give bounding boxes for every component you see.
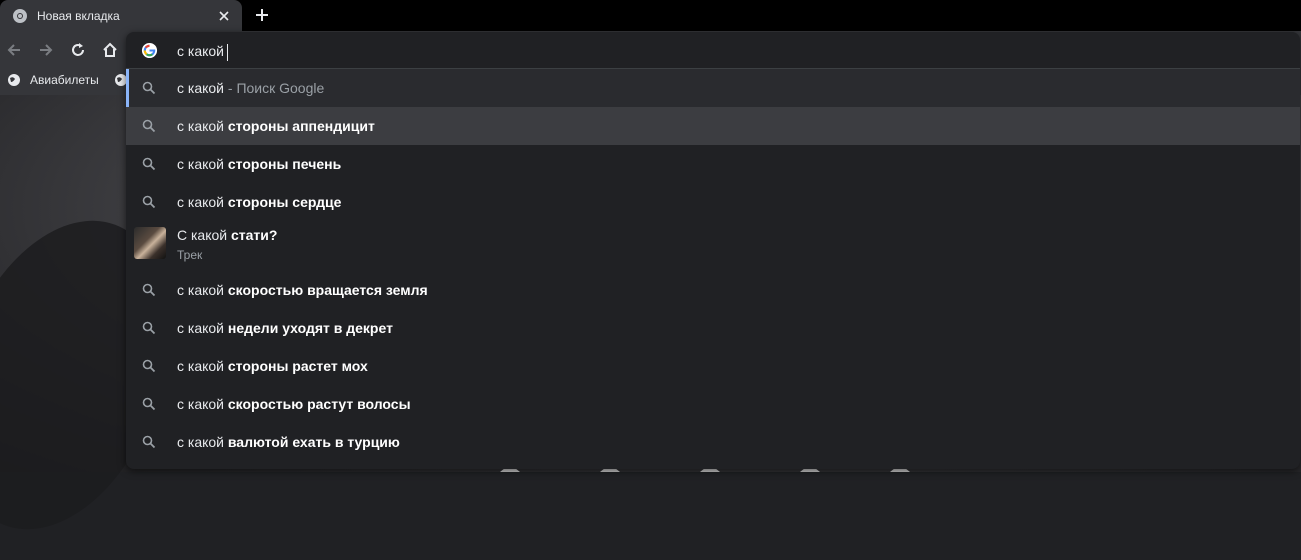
suggestion-row[interactable]: с какой валютой ехать в турцию [126,423,1300,461]
suggestion-source: - Поиск Google [224,80,325,96]
track-thumbnail [134,227,166,259]
tab-strip: Новая вкладка [0,0,1301,31]
suggestion-row[interactable]: с какой стороны аппендицит [126,107,1300,145]
suggestion-row[interactable]: с какой - Поиск Google [126,69,1300,107]
suggestion-row[interactable]: с какой недели уходят в декрет [126,309,1300,347]
suggestion-text: с какой - Поиск Google [177,80,324,96]
suggestion-prefix: с какой [177,282,224,298]
suggestion-completion: стороны печень [224,156,342,172]
suggestion-text: с какой скоростью вращается земля [177,282,428,298]
suggestion-completion: стати? [227,227,278,243]
omnibox-popup: с какой с какой - Поиск Google с какой с… [126,32,1300,469]
search-icon [142,321,156,335]
suggestion-prefix: с какой [177,358,224,374]
suggestion-completion: стороны сердце [224,194,342,210]
reload-icon [72,43,84,56]
suggestion-text: С какой стати? [177,227,277,243]
google-icon [141,42,158,59]
suggestion-prefix: с какой [177,434,224,450]
back-arrow-icon [7,44,20,56]
search-icon [142,195,156,209]
suggestion-text: с какой валютой ехать в турцию [177,434,400,450]
suggestion-completion: скоростью растут волосы [224,396,411,412]
tab-new-tab[interactable]: Новая вкладка [0,0,242,31]
suggestion-prefix: С какой [177,227,228,243]
suggestion-completion: валютой ехать в турцию [224,434,400,450]
back-button[interactable] [3,39,25,61]
suggestion-completion: стороны аппендицит [224,118,375,134]
search-icon [142,435,156,449]
suggestion-text: с какой стороны растет мох [177,358,368,374]
home-icon [103,42,117,57]
tab-title: Новая вкладка [37,8,120,23]
home-button[interactable] [99,39,121,61]
suggestion-completion: недели уходят в декрет [224,320,393,336]
close-icon[interactable] [216,8,232,24]
suggestion-text: с какой стороны печень [177,156,341,172]
suggestion-prefix: с какой [177,396,224,412]
suggestion-text: с какой стороны аппендицит [177,118,375,134]
suggestion-completion: скоростью вращается земля [224,282,428,298]
suggestion-prefix: с какой [177,118,224,134]
suggestion-row[interactable]: с какой скоростью растут волосы [126,385,1300,423]
search-icon [142,81,156,95]
suggestion-text: с какой недели уходят в декрет [177,320,393,336]
suggestion-prefix: с какой [177,320,224,336]
suggestion-text: с какой стороны сердце [177,194,341,210]
suggestion-subtitle: Трек [177,248,203,262]
suggestion-text: с какой скоростью растут волосы [177,396,411,412]
chrome-icon [13,8,27,23]
text-caret [227,43,228,61]
address-input-value: с какой [177,43,224,59]
search-icon [142,283,156,297]
suggestion-row-track[interactable]: С какой стати? Трек [126,221,1300,271]
suggestion-row[interactable]: с какой стороны печень [126,145,1300,183]
reload-button[interactable] [67,39,89,61]
suggestion-query: с какой [177,80,224,96]
suggestion-completion: стороны растет мох [224,358,368,374]
suggestion-row[interactable]: с какой стороны растет мох [126,347,1300,385]
suggestion-prefix: с какой [177,156,224,172]
search-icon [142,119,156,133]
bookmark-label: Авиабилеты [30,73,99,87]
plus-icon[interactable] [253,6,271,24]
forward-button[interactable] [35,39,57,61]
address-bar[interactable]: с какой [126,32,1300,69]
search-icon [142,157,156,171]
suggestion-prefix: с какой [177,194,224,210]
selection-indicator [126,69,129,107]
bookmark-aviabilety[interactable]: Авиабилеты [7,73,99,87]
search-icon [142,359,156,373]
search-icon [142,397,156,411]
suggestion-row[interactable]: с какой стороны сердце [126,183,1300,221]
address-input[interactable]: с какой [177,43,228,61]
globe-icon [8,74,20,86]
suggestion-row[interactable]: с какой скоростью вращается земля [126,271,1300,309]
forward-arrow-icon [40,44,53,56]
